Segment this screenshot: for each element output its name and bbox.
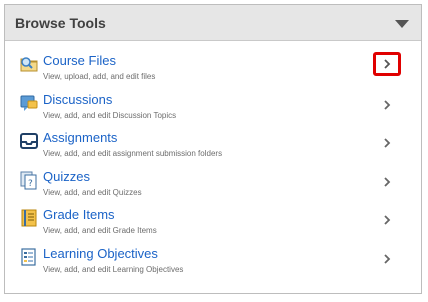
quiz-document-icon: ? [19, 170, 39, 190]
assignments-description: View, add, and edit assignment submissio… [43, 149, 223, 158]
learning-objectives-chevron-icon[interactable] [379, 251, 395, 267]
discussions-link[interactable]: Discussions [43, 92, 421, 108]
learning-objectives-link[interactable]: Learning Objectives [43, 246, 421, 262]
quizzes-chevron-icon[interactable] [379, 174, 395, 190]
assignments-link[interactable]: Assignments [43, 130, 421, 146]
browse-tools-panel: Browse Tools Course Files View, upload, … [4, 4, 422, 294]
discussions-description: View, add, and edit Discussion Topics [43, 110, 177, 120]
course-files-description: View, upload, add, and edit files [43, 72, 156, 81]
caret-down-icon[interactable] [395, 19, 409, 28]
svg-text:?: ? [28, 179, 33, 189]
list-item-quizzes: ? Quizzes View, add, and edit Quizzes [5, 165, 421, 204]
grade-items-chevron-icon[interactable] [379, 212, 395, 228]
grade-items-description: View, add, and edit Grade Items [43, 226, 157, 235]
tools-list: Course Files View, upload, add, and edit… [5, 41, 421, 280]
assignment-tray-icon [19, 131, 39, 151]
grade-items-link[interactable]: Grade Items [43, 207, 421, 223]
browse-tools-header[interactable]: Browse Tools [5, 5, 421, 41]
folder-magnifier-icon [19, 54, 39, 74]
discussions-chevron-icon[interactable] [379, 97, 395, 113]
gradebook-icon [19, 208, 39, 228]
course-files-link[interactable]: Course Files [43, 53, 421, 69]
assignments-chevron-icon[interactable] [379, 135, 395, 151]
list-item-course-files: Course Files View, upload, add, and edit… [5, 49, 421, 88]
discussion-bubble-icon [19, 93, 39, 113]
list-item-learning-objectives: Learning Objectives View, add, and edit … [5, 242, 421, 281]
quizzes-link[interactable]: Quizzes [43, 169, 421, 185]
list-item-assignments: Assignments View, add, and edit assignme… [5, 126, 421, 165]
learning-objectives-description: View, add, and edit Learning Objectives [43, 264, 184, 274]
course-files-chevron-icon[interactable] [373, 52, 401, 76]
panel-title: Browse Tools [15, 14, 106, 31]
list-item-grade-items: Grade Items View, add, and edit Grade It… [5, 203, 421, 242]
quizzes-description: View, add, and edit Quizzes [43, 187, 142, 197]
learning-objectives-icon [19, 247, 39, 267]
list-item-discussions: Discussions View, add, and edit Discussi… [5, 88, 421, 127]
